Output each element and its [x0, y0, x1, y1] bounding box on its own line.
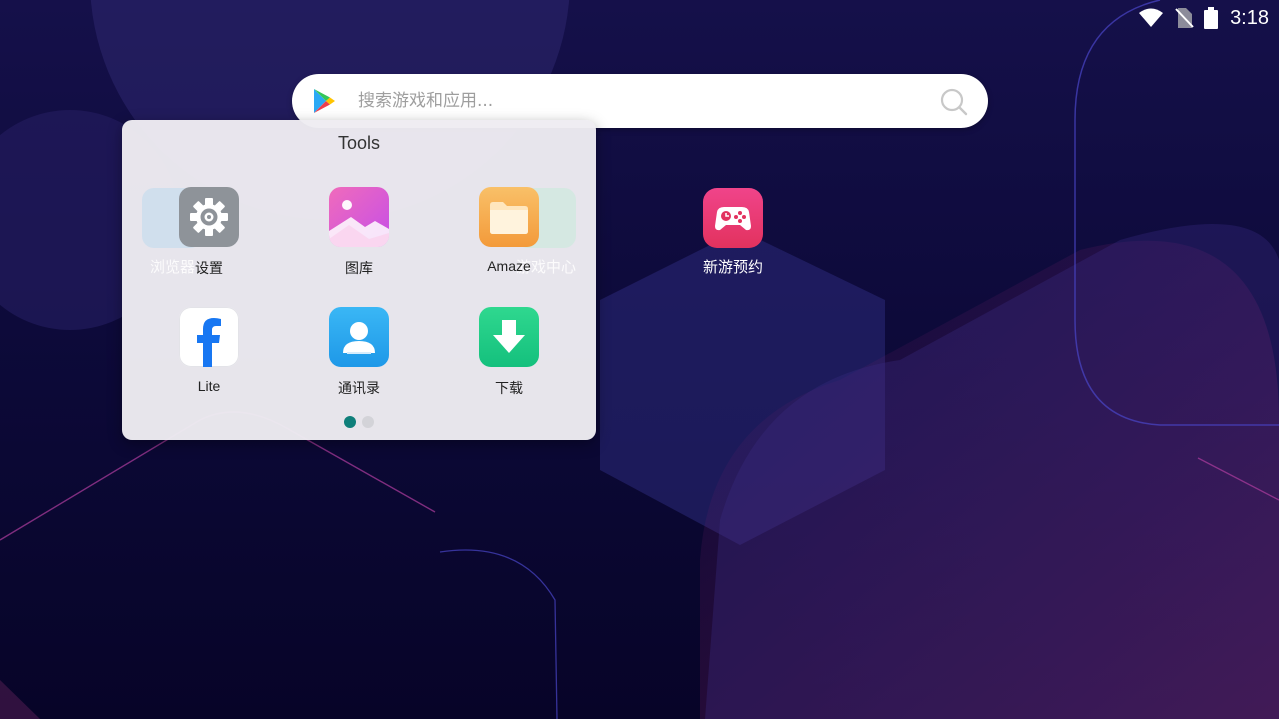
- folder-app-amaze[interactable]: Amaze: [454, 187, 564, 274]
- folder-app-contacts[interactable]: 通讯录: [304, 307, 414, 398]
- folder-app-label: 图库: [345, 261, 373, 277]
- play-store-icon: [314, 89, 335, 113]
- folder-title[interactable]: Tools: [122, 133, 596, 154]
- download-icon: [479, 307, 539, 367]
- home-screen: 3:18 搜索游戏和应用... 新游预约 浏览器 游戏中心 Tools 设置 图…: [0, 0, 1279, 719]
- facebook-icon: [179, 307, 239, 367]
- folder-popup-tools: 浏览器 游戏中心 Tools 设置 图库 Amaze Lite 通讯录 下载: [122, 120, 596, 440]
- battery-icon: [1204, 7, 1219, 29]
- desktop-app-new-game-booking[interactable]: 新游预约: [688, 188, 778, 277]
- folder-page-indicator[interactable]: [122, 416, 596, 428]
- page-dot-active[interactable]: [344, 416, 356, 428]
- folder-app-label: Amaze: [487, 258, 531, 274]
- folder-app-gallery[interactable]: 图库: [304, 187, 414, 278]
- no-sim-icon: [1175, 8, 1194, 28]
- folder-app-label: Lite: [197, 378, 221, 394]
- settings-gear-icon: [179, 187, 239, 247]
- folder-icon: [479, 187, 539, 247]
- desktop-app-label: 新游预约: [702, 258, 763, 276]
- folder-app-facebook-lite[interactable]: Lite: [154, 307, 264, 394]
- gallery-icon: [329, 187, 389, 247]
- folder-app-downloads[interactable]: 下载: [454, 307, 564, 398]
- folder-app-label: 设置: [195, 261, 223, 277]
- folder-app-label: 通讯录: [338, 381, 380, 397]
- status-clock: 3:18: [1230, 6, 1269, 29]
- contacts-icon: [329, 307, 389, 367]
- wifi-icon: [1139, 8, 1164, 27]
- search-icon[interactable]: [940, 88, 968, 116]
- page-dot[interactable]: [362, 416, 374, 428]
- status-bar: 3:18: [1138, 0, 1279, 36]
- gamepad-icon: [703, 188, 763, 248]
- folder-app-settings[interactable]: 设置: [154, 187, 264, 278]
- search-placeholder[interactable]: 搜索游戏和应用...: [358, 89, 493, 113]
- folder-app-label: 下载: [495, 381, 523, 397]
